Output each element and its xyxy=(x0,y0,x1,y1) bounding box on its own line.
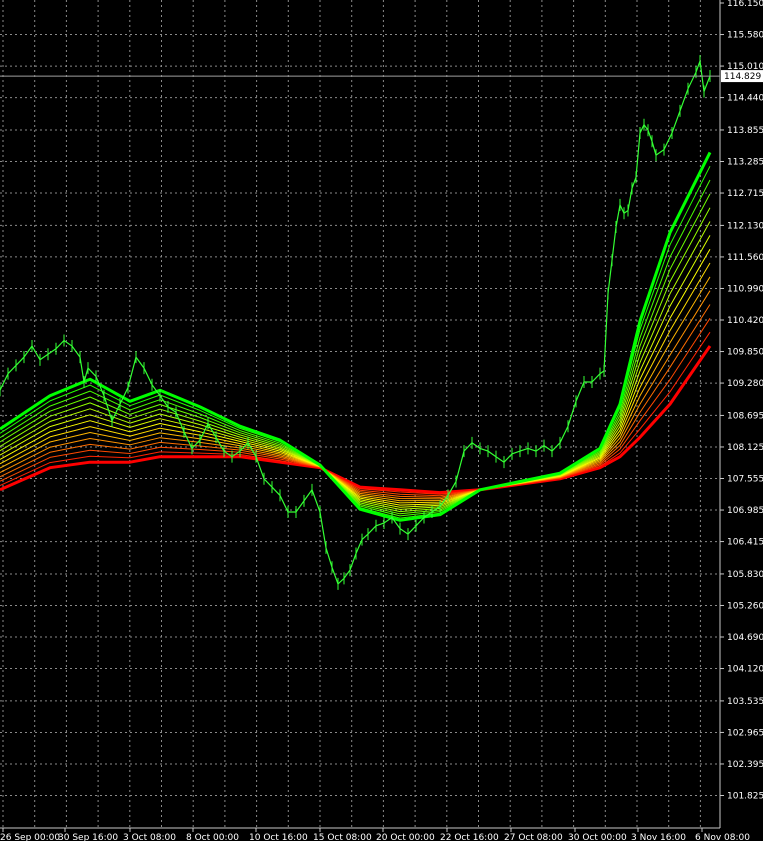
price-tick-label: 105.830 xyxy=(727,570,763,580)
price-tick-label: 104.690 xyxy=(727,633,763,643)
price-tick-label: 106.415 xyxy=(727,538,763,548)
time-tick-label: 30 Oct 00:00 xyxy=(568,833,627,841)
price-tick-label: 116.150 xyxy=(727,0,763,9)
price-tick-label: 109.850 xyxy=(727,348,763,358)
price-tick-label: 115.580 xyxy=(727,31,763,41)
time-tick-label: 8 Oct 00:00 xyxy=(186,833,239,841)
price-tick-label: 114.440 xyxy=(727,94,763,104)
price-chart[interactable]: 116.150115.580115.010114.440113.855113.2… xyxy=(0,0,763,841)
price-tick-label: 111.560 xyxy=(727,253,763,263)
price-tick-label: 108.695 xyxy=(727,411,763,421)
price-tick-label: 102.395 xyxy=(727,760,763,770)
price-tick-label: 103.535 xyxy=(727,697,763,707)
time-tick-label: 22 Oct 16:00 xyxy=(440,833,499,841)
price-tick-label: 112.715 xyxy=(727,189,763,199)
time-tick-label: 15 Oct 08:00 xyxy=(313,833,372,841)
price-tick-label: 101.825 xyxy=(727,792,763,802)
time-tick-label: 26 Sep 00:00 xyxy=(0,833,60,841)
price-tick-label: 112.130 xyxy=(727,221,763,231)
price-tick-label: 104.120 xyxy=(727,665,763,675)
time-tick-label: 27 Oct 08:00 xyxy=(504,833,563,841)
time-tick-label: 3 Oct 08:00 xyxy=(123,833,176,841)
time-tick-label: 20 Oct 00:00 xyxy=(376,833,435,841)
time-tick-label: 6 Nov 08:00 xyxy=(695,833,750,841)
price-tick-label: 102.965 xyxy=(727,728,763,738)
price-tick-label: 105.260 xyxy=(727,601,763,611)
price-tick-label: 107.555 xyxy=(727,475,763,485)
chart-background xyxy=(0,0,763,841)
time-tick-label: 3 Nov 16:00 xyxy=(631,833,686,841)
time-tick-label: 10 Oct 16:00 xyxy=(249,833,308,841)
price-tick-label: 113.285 xyxy=(727,158,763,168)
price-tick-label: 110.990 xyxy=(727,284,763,294)
price-tick-label: 108.125 xyxy=(727,443,763,453)
time-tick-label: 30 Sep 16:00 xyxy=(58,833,118,841)
price-tick-label: 110.420 xyxy=(727,316,763,326)
current-price-label: 114.829 xyxy=(724,72,761,82)
price-tick-label: 109.280 xyxy=(727,379,763,389)
price-tick-label: 106.985 xyxy=(727,506,763,516)
price-tick-label: 113.855 xyxy=(727,126,763,136)
